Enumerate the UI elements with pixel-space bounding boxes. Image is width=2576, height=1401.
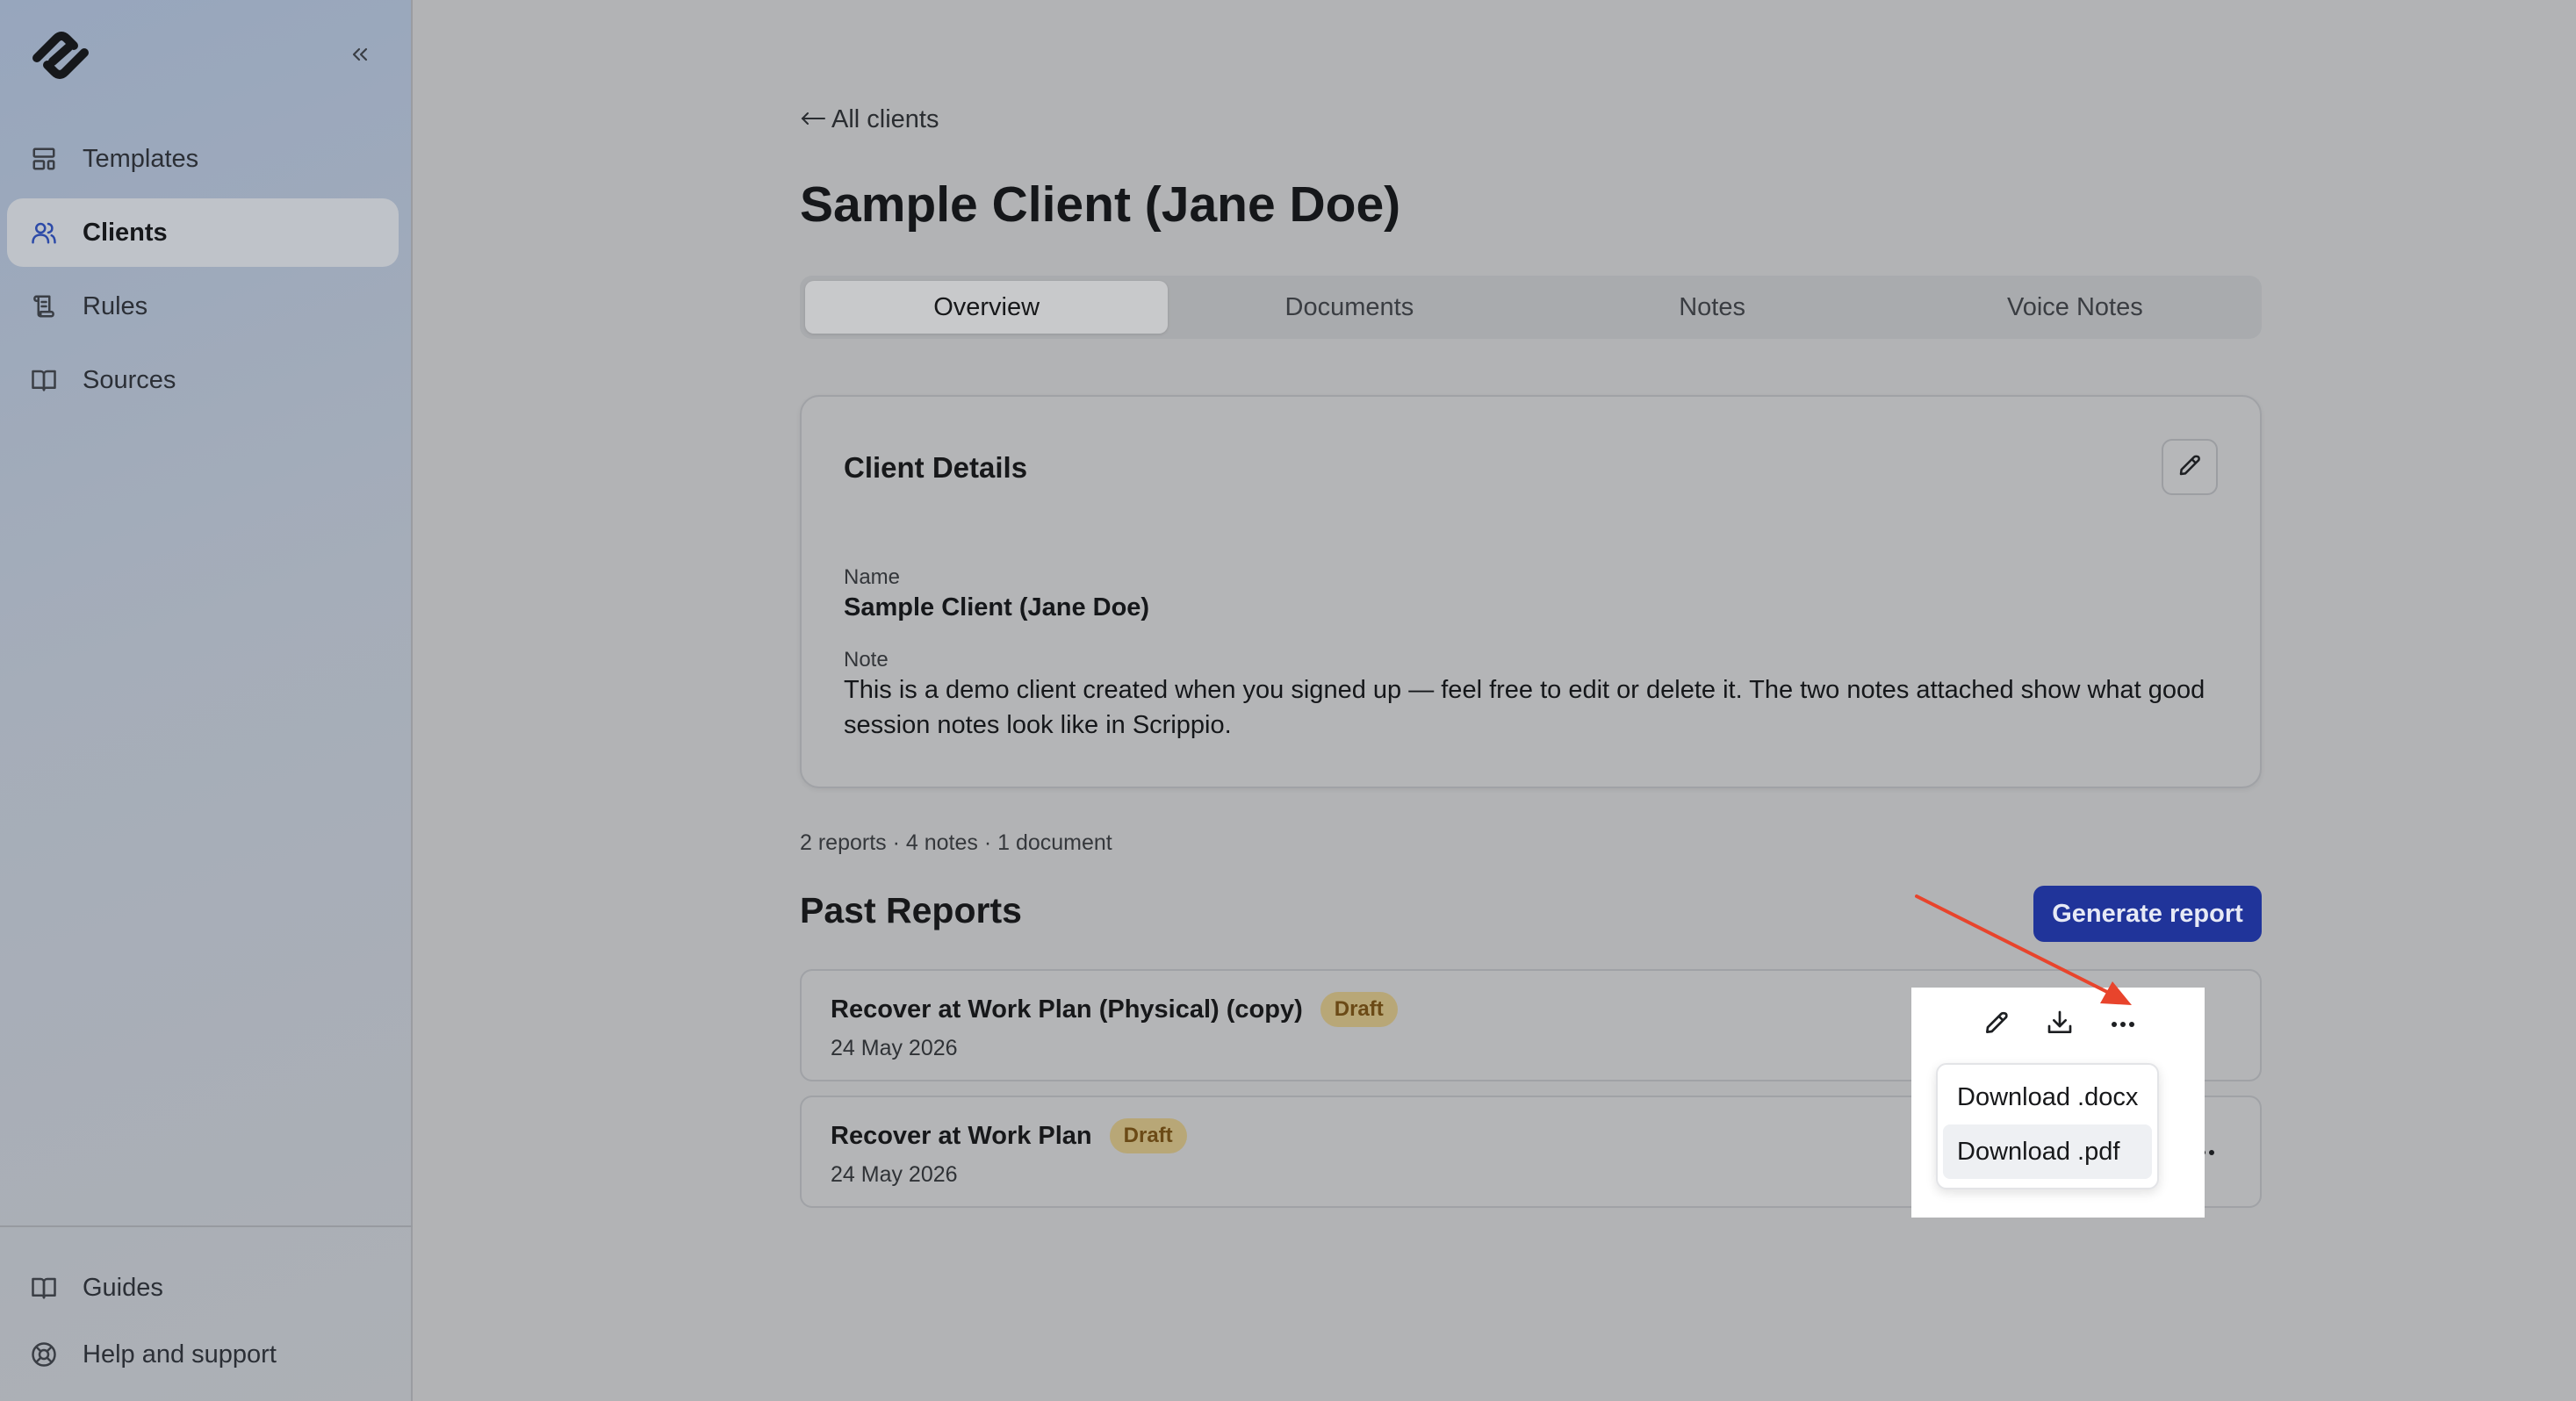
report-date: 24 May 2026 — [831, 1036, 958, 1060]
download-menu-spotlight: Download .docx Download .pdf — [1911, 988, 2205, 1218]
download-report-button[interactable] — [2038, 1002, 2082, 1046]
sidebar-item-clients[interactable]: Clients — [7, 198, 399, 267]
generate-report-button[interactable]: Generate report — [2033, 886, 2262, 942]
back-to-clients-link[interactable]: All clients — [800, 105, 939, 134]
arrow-left-icon — [800, 105, 826, 134]
tab-notes[interactable]: Notes — [1531, 281, 1894, 334]
collapse-sidebar-icon[interactable] — [344, 39, 376, 70]
report-date: 24 May 2026 — [831, 1162, 958, 1187]
edit-report-button[interactable] — [1975, 1002, 2018, 1046]
report-title-text: Recover at Work Plan — [831, 1121, 1092, 1150]
sidebar-item-help[interactable]: Help and support — [7, 1322, 399, 1387]
sidebar-item-label: Guides — [83, 1273, 163, 1302]
tab-voice-notes[interactable]: Voice Notes — [1894, 281, 2256, 334]
status-badge: Draft — [1109, 1118, 1187, 1153]
sidebar-divider — [0, 1225, 413, 1227]
note-label: Note — [844, 648, 889, 672]
download-icon — [2046, 1009, 2074, 1041]
report-title: Recover at Work Plan (Physical) (copy) D… — [831, 992, 1398, 1027]
name-value: Sample Client (Jane Doe) — [844, 593, 1150, 621]
sidebar-item-sources[interactable]: Sources — [7, 346, 399, 414]
sidebar-item-templates[interactable]: Templates — [7, 125, 399, 193]
client-details-card: Client Details Name Sample Client (Jane … — [800, 395, 2262, 788]
download-pdf-option[interactable]: Download .pdf — [1943, 1124, 2152, 1179]
sidebar-nav: Templates Clients Rules Sources — [7, 125, 399, 420]
client-stats: 2 reports · 4 notes · 1 document — [800, 830, 1112, 855]
layout-template-icon — [28, 143, 60, 175]
users-icon — [28, 217, 60, 248]
sidebar-item-label: Sources — [83, 365, 176, 394]
status-badge: Draft — [1320, 992, 1398, 1027]
sidebar: Templates Clients Rules Sources Guides H… — [0, 0, 413, 1401]
download-docx-option[interactable]: Download .docx — [1943, 1070, 2152, 1124]
sidebar-item-label: Clients — [83, 218, 168, 247]
pencil-icon — [1982, 1009, 2011, 1041]
report-title: Recover at Work Plan Draft — [831, 1118, 1187, 1153]
book-icon — [28, 1272, 60, 1304]
logo-icon[interactable] — [21, 25, 100, 86]
report-title-text: Recover at Work Plan (Physical) (copy) — [831, 995, 1303, 1024]
sidebar-item-guides[interactable]: Guides — [7, 1255, 399, 1320]
ellipsis-icon — [2111, 1017, 2135, 1032]
sidebar-bottom-nav: Guides Help and support — [7, 1255, 399, 1389]
download-dropdown: Download .docx Download .pdf — [1936, 1063, 2159, 1189]
card-title: Client Details — [844, 451, 1028, 484]
note-value: This is a demo client created when you s… — [844, 676, 2205, 739]
tab-overview[interactable]: Overview — [805, 281, 1169, 334]
sidebar-item-label: Rules — [83, 291, 148, 320]
name-label: Name — [844, 565, 901, 589]
past-reports-title: Past Reports — [800, 890, 1022, 930]
sidebar-item-rules[interactable]: Rules — [7, 272, 399, 341]
tab-bar: Overview Documents Notes Voice Notes — [800, 276, 2262, 339]
book-open-icon — [28, 364, 60, 396]
edit-client-button[interactable] — [2162, 439, 2218, 495]
page-title: Sample Client (Jane Doe) — [800, 176, 1401, 233]
back-link-label: All clients — [831, 105, 939, 133]
scroll-icon — [28, 291, 60, 322]
sidebar-item-label: Templates — [83, 144, 199, 173]
tab-documents[interactable]: Documents — [1168, 281, 1530, 334]
pencil-icon — [2177, 452, 2203, 483]
life-buoy-icon — [28, 1339, 60, 1370]
more-options-button[interactable] — [2101, 1002, 2145, 1046]
sidebar-item-label: Help and support — [83, 1340, 277, 1369]
